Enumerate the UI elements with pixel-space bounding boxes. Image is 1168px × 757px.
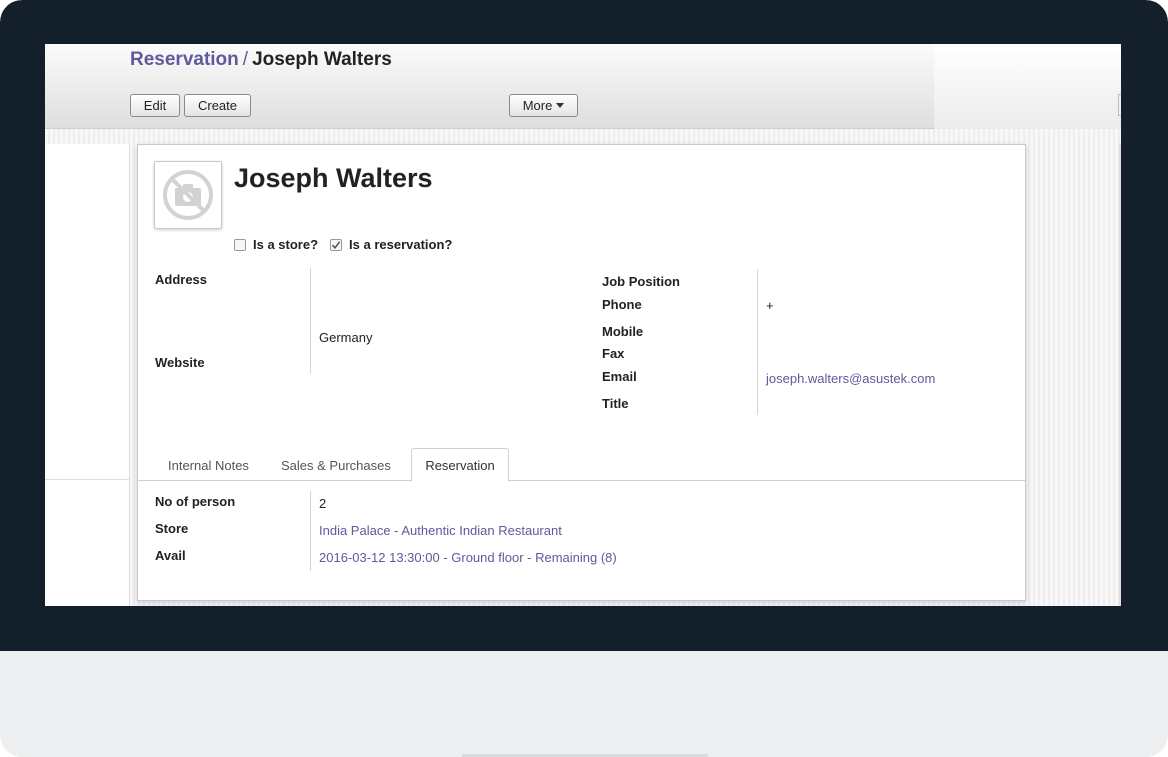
control-panel: Reservation / Joseph Walters Edit Create M… [45,44,1121,129]
avail-label: Avail [155,548,186,563]
is-reservation-checkbox[interactable] [330,238,343,251]
no-photo-camera-icon [163,170,213,220]
email-link[interactable]: joseph.walters@asustek.com [766,371,935,386]
breadcrumb-parent-link[interactable]: Reservation [130,49,239,70]
is-store-checkbox[interactable] [234,238,246,251]
title-label: Title [602,396,629,411]
breadcrumb: Reservation / Joseph Walters [130,49,392,71]
phone-label: Phone [602,297,642,312]
record-flags: Is a store? Is a reservation? [234,237,464,252]
breadcrumb-separator: / [242,49,249,70]
left-pane [45,144,130,606]
right-group-divider [757,269,758,415]
notebook-tabs: Internal Notes Sales & Purchases Reserva… [138,448,1025,482]
left-group-divider [310,268,311,374]
reservation-divider [310,491,311,571]
control-panel-right [934,44,1121,129]
checkmark-icon [331,240,341,249]
fax-label: Fax [602,346,625,361]
mobile-label: Mobile [602,324,644,339]
avatar[interactable] [154,161,222,229]
pager-stub[interactable] [1118,94,1121,116]
edit-button[interactable]: Edit [130,94,180,117]
record-name: Joseph Walters [234,163,433,193]
more-button-label: More [522,98,553,113]
store-label: Store [155,521,189,536]
tab-reservation[interactable]: Reservation [411,448,509,482]
more-button[interactable]: More [509,94,578,117]
store-link[interactable]: India Palace - Authentic Indian Restaura… [319,523,562,538]
phone-value: + [766,298,774,313]
is-store-label: Is a store? [253,237,319,252]
tab-sales-purchases[interactable]: Sales & Purchases [281,458,391,473]
screen: Reservation / Joseph Walters Edit Create M… [45,44,1121,606]
email-label: Email [602,369,637,384]
avail-link[interactable]: 2016-03-12 13:30:00 - Ground floor - Rem… [319,550,617,565]
no-of-person-label: No of person [155,494,236,509]
tab-internal-notes[interactable]: Internal Notes [168,458,249,473]
address-country: Germany [319,330,373,345]
right-edge [1119,144,1121,606]
address-label: Address [155,272,208,287]
form-sheet: Joseph Walters Is a store? Is a reservat… [137,144,1026,601]
monitor-frame: Reservation / Joseph Walters Edit Create M… [0,0,1168,757]
breadcrumb-current: Joseph Walters [252,49,392,70]
website-label: Website [155,355,205,370]
left-pane-divider [45,479,130,480]
job-position-label: Job Position [602,274,680,289]
is-reservation-label: Is a reservation? [349,237,453,252]
caret-down-icon [556,103,565,108]
no-of-person-value: 2 [319,496,327,511]
create-button[interactable]: Create [184,94,251,117]
